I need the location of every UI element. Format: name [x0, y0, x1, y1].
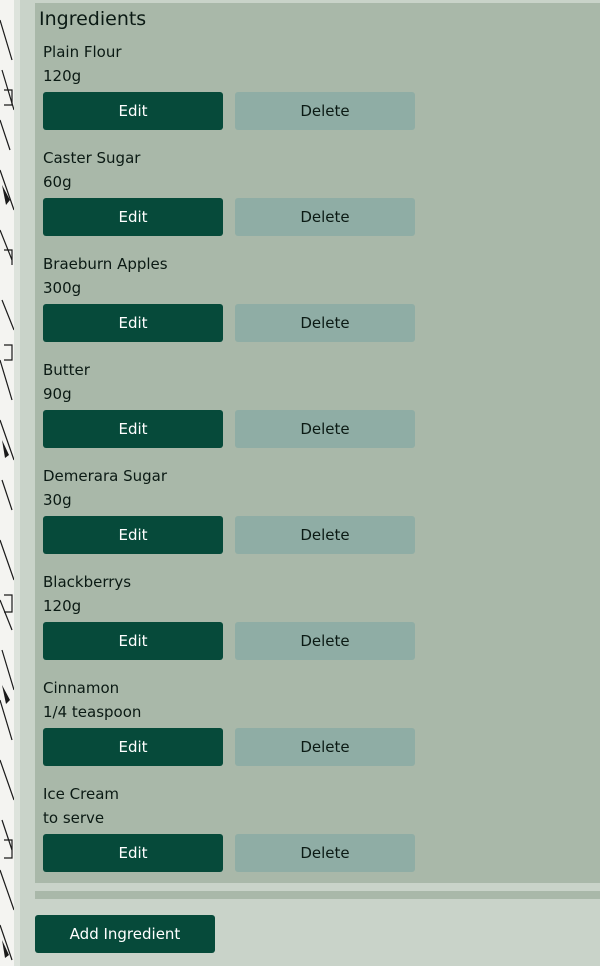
edit-button[interactable]: Edit — [43, 198, 223, 236]
delete-button[interactable]: Delete — [235, 728, 415, 766]
ingredient-item: Cinnamon 1/4 teaspoon Edit Delete — [43, 678, 443, 778]
ingredient-quantity: 60g — [43, 173, 72, 191]
background-pattern — [0, 0, 14, 966]
edit-button[interactable]: Edit — [43, 622, 223, 660]
ingredient-item: Demerara Sugar 30g Edit Delete — [43, 466, 443, 566]
ingredient-name: Ice Cream — [43, 785, 120, 803]
delete-button[interactable]: Delete — [235, 516, 415, 554]
edit-button[interactable]: Edit — [43, 728, 223, 766]
ingredient-item: Ice Cream to serve Edit Delete — [43, 784, 443, 884]
add-ingredient-button[interactable]: Add Ingredient — [35, 915, 215, 953]
edit-button[interactable]: Edit — [43, 92, 223, 130]
ingredient-quantity: 300g — [43, 279, 82, 297]
delete-button[interactable]: Delete — [235, 304, 415, 342]
ingredient-quantity: 1/4 teaspoon — [43, 703, 142, 721]
ingredient-name: Plain Flour — [43, 43, 122, 61]
ingredient-item: Plain Flour 120g Edit Delete — [43, 42, 443, 142]
ingredient-item: Braeburn Apples 300g Edit Delete — [43, 254, 443, 354]
edit-button[interactable]: Edit — [43, 304, 223, 342]
panel-title: Ingredients — [39, 8, 147, 30]
ingredient-quantity: 90g — [43, 385, 72, 403]
edit-button[interactable]: Edit — [43, 834, 223, 872]
edit-button[interactable]: Edit — [43, 516, 223, 554]
ingredient-item: Caster Sugar 60g Edit Delete — [43, 148, 443, 248]
delete-button[interactable]: Delete — [235, 834, 415, 872]
ingredient-name: Butter — [43, 361, 90, 379]
main-content: Ingredients Plain Flour 120g Edit Delete… — [20, 0, 600, 966]
ingredient-name: Blackberrys — [43, 573, 132, 591]
ingredient-item: Blackberrys 120g Edit Delete — [43, 572, 443, 672]
delete-button[interactable]: Delete — [235, 198, 415, 236]
ingredient-name: Braeburn Apples — [43, 255, 168, 273]
ingredient-name: Cinnamon — [43, 679, 120, 697]
ingredient-quantity: to serve — [43, 809, 105, 827]
delete-button[interactable]: Delete — [235, 92, 415, 130]
ingredient-name: Demerara Sugar — [43, 467, 168, 485]
edit-button[interactable]: Edit — [43, 410, 223, 448]
ingredient-item: Butter 90g Edit Delete — [43, 360, 443, 460]
ingredients-panel: Ingredients Plain Flour 120g Edit Delete… — [35, 3, 600, 883]
panel-divider — [35, 891, 600, 899]
delete-button[interactable]: Delete — [235, 622, 415, 660]
ingredient-name: Caster Sugar — [43, 149, 141, 167]
kitchen-utensils-pattern — [0, 19, 14, 961]
delete-button[interactable]: Delete — [235, 410, 415, 448]
ingredient-quantity: 120g — [43, 67, 82, 85]
ingredient-quantity: 120g — [43, 597, 82, 615]
ingredient-quantity: 30g — [43, 491, 72, 509]
